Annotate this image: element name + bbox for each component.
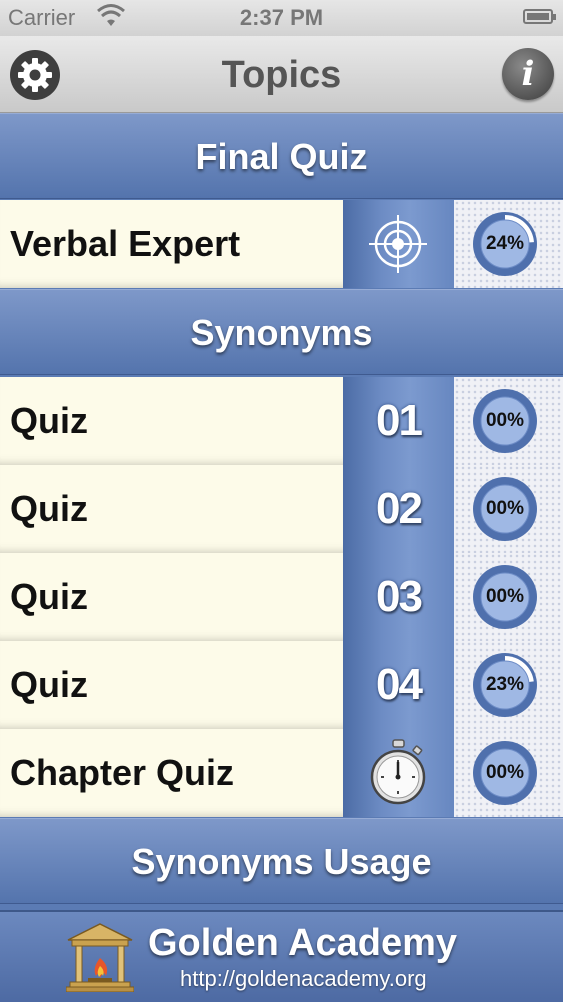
section-header-synonyms: Synonyms bbox=[0, 289, 563, 375]
status-bar: Carrier 2:37 PM bbox=[0, 0, 563, 36]
row-badge-cell: 04 bbox=[343, 641, 454, 729]
row-label: Chapter Quiz bbox=[10, 752, 235, 793]
topic-row-chapter-quiz[interactable]: Chapter Quiz 00% bbox=[0, 729, 563, 817]
topic-row-quiz-02[interactable]: Quiz 02 00% bbox=[0, 465, 563, 553]
row-badge-cell: 03 bbox=[343, 553, 454, 641]
row-label-cell: Quiz bbox=[0, 377, 343, 465]
footer-banner[interactable]: Golden Academy http://goldenacademy.org bbox=[0, 910, 563, 1002]
progress-percent: 00% bbox=[485, 410, 525, 431]
section-title: Synonyms bbox=[190, 312, 373, 353]
row-label: Verbal Expert bbox=[10, 223, 241, 264]
progress-ring: 00% bbox=[471, 475, 539, 543]
info-icon[interactable]: i bbox=[502, 48, 554, 100]
battery-icon bbox=[523, 9, 556, 24]
footer-url[interactable]: http://goldenacademy.org bbox=[180, 966, 427, 992]
progress-percent: 00% bbox=[485, 498, 525, 519]
quiz-number: 01 bbox=[376, 396, 423, 445]
row-progress-cell: 00% bbox=[454, 553, 563, 641]
section-title: Final Quiz bbox=[195, 136, 368, 177]
section-header-synonyms-usage: Synonyms Usage bbox=[0, 818, 563, 904]
section-title: Synonyms Usage bbox=[131, 841, 432, 882]
row-label: Quiz bbox=[10, 664, 88, 705]
quiz-number: 04 bbox=[376, 660, 423, 709]
navigation-bar: Topics i bbox=[0, 36, 563, 113]
section-header-final-quiz: Final Quiz bbox=[0, 113, 563, 199]
row-progress-cell: 24% bbox=[454, 200, 563, 288]
quiz-number: 02 bbox=[376, 484, 423, 533]
stopwatch-icon bbox=[370, 739, 426, 805]
row-progress-cell: 00% bbox=[454, 729, 563, 817]
footer-brand-name: Golden Academy bbox=[148, 922, 458, 964]
row-label: Quiz bbox=[10, 400, 88, 441]
status-time: 2:37 PM bbox=[239, 5, 324, 30]
row-label-cell: Quiz bbox=[0, 641, 343, 729]
progress-percent: 23% bbox=[485, 674, 525, 695]
page-title: Topics bbox=[221, 54, 342, 96]
progress-percent: 00% bbox=[485, 762, 525, 783]
row-progress-cell: 23% bbox=[454, 641, 563, 729]
row-badge-cell bbox=[343, 729, 454, 817]
row-label-cell: Quiz bbox=[0, 553, 343, 641]
row-progress-cell: 00% bbox=[454, 465, 563, 553]
academy-logo-icon bbox=[66, 923, 134, 992]
quiz-number: 03 bbox=[376, 572, 423, 621]
topic-row-quiz-01[interactable]: Quiz 01 00% bbox=[0, 377, 563, 465]
progress-ring: 00% bbox=[471, 387, 539, 455]
row-label-cell: Verbal Expert bbox=[0, 200, 343, 288]
row-badge-cell bbox=[343, 200, 454, 288]
target-icon bbox=[369, 215, 427, 273]
row-label: Quiz bbox=[10, 488, 88, 529]
progress-ring: 00% bbox=[471, 739, 539, 807]
topic-row-verbal-expert[interactable]: Verbal Expert 24% bbox=[0, 200, 563, 288]
progress-ring: 00% bbox=[471, 563, 539, 631]
progress-percent: 00% bbox=[485, 586, 525, 607]
row-label: Quiz bbox=[10, 576, 88, 617]
row-badge-cell: 02 bbox=[343, 465, 454, 553]
row-progress-cell: 00% bbox=[454, 377, 563, 465]
row-label-cell: Quiz bbox=[0, 465, 343, 553]
row-label-cell: Chapter Quiz bbox=[0, 729, 343, 817]
progress-ring: 24% bbox=[471, 210, 539, 278]
topic-row-quiz-03[interactable]: Quiz 03 00% bbox=[0, 553, 563, 641]
progress-ring: 23% bbox=[471, 651, 539, 719]
topic-row-quiz-04[interactable]: Quiz 04 23% bbox=[0, 641, 563, 729]
progress-percent: 24% bbox=[485, 233, 525, 254]
row-badge-cell: 01 bbox=[343, 377, 454, 465]
